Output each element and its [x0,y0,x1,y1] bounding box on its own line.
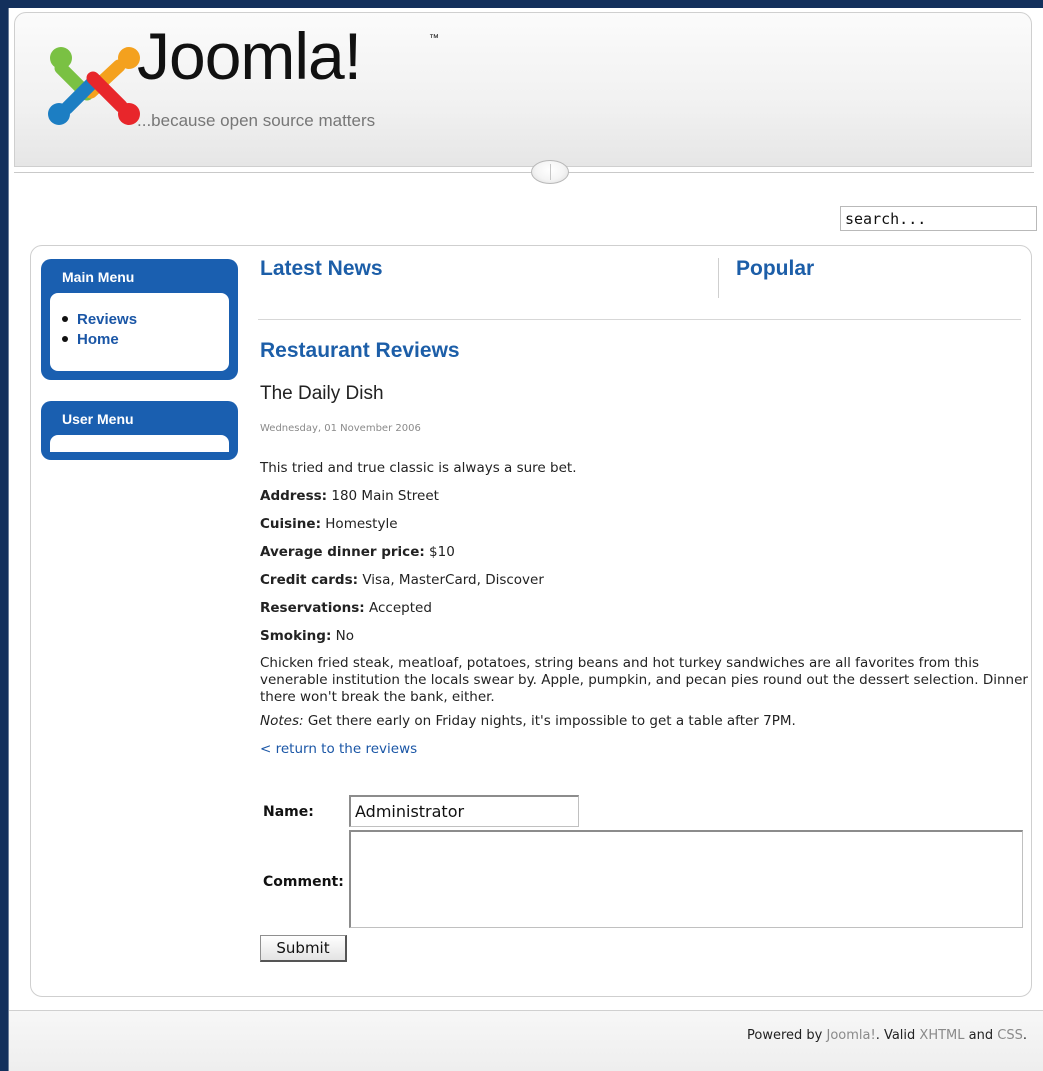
joomla-footer-link[interactable]: Joomla! [826,1028,875,1043]
article-date: Wednesday, 01 November 2006 [260,423,421,434]
user-menu-module: User Menu [41,401,238,460]
popular-heading: Popular [736,257,815,280]
powered-by-text: Powered by [746,1028,823,1043]
user-menu-title: User Menu [62,411,134,427]
css-link[interactable]: CSS [997,1028,1023,1043]
field-value: Visa, MasterCard, Discover [362,572,544,588]
joomla-logo-icon[interactable] [47,42,143,128]
field-label: Address: [260,488,328,504]
valid-text: . Valid [875,1028,916,1043]
field-value: 180 Main Street [331,488,439,504]
search-input[interactable] [840,206,1037,231]
main-menu-list: Reviews Home [50,293,229,371]
field-value: Accepted [369,600,432,616]
menu-item-reviews[interactable]: Reviews [62,309,229,329]
menu-link-home[interactable]: Home [77,331,119,348]
bullet-icon [62,336,68,342]
return-paragraph: < return to the reviews [260,740,1028,759]
article-intro: This tried and true classic is always a … [260,460,577,476]
field-value: No [335,628,354,644]
notes-label: Notes: [260,713,304,729]
site-tagline: ...because open source matters [137,111,376,130]
name-label: Name: [263,804,314,820]
field-price: Average dinner price: $10 [260,543,1028,562]
field-cuisine: Cuisine: Homestyle [260,515,1028,534]
name-field[interactable] [349,795,579,827]
field-reservations: Reservations: Accepted [260,599,1028,618]
main-menu-module: Main Menu Reviews Home [41,259,238,380]
trademark-mark: ™ [429,33,439,44]
field-label: Smoking: [260,628,332,644]
and-text: and [968,1028,994,1043]
menu-item-home[interactable]: Home [62,329,229,349]
footer-text: Powered by Joomla!. Valid XHTML and CSS. [747,1028,1027,1043]
field-label: Reservations: [260,600,365,616]
field-value: Homestyle [325,516,398,532]
header-divider [14,172,1034,173]
article-description: Chicken fried steak, meatloaf, potatoes,… [260,655,1028,705]
notes-text: Get there early on Friday nights, it's i… [307,713,796,729]
field-label: Credit cards: [260,572,359,588]
site-header: Joomla! ™ ...because open source matters [14,12,1032,167]
article-body: This tried and true classic is always a … [260,459,1028,768]
section-divider [258,319,1021,320]
main-menu-title: Main Menu [62,269,135,285]
column-divider [718,258,719,298]
divider-knob-icon [531,160,569,184]
field-address: Address: 180 Main Street [260,487,1028,506]
footer-end: . [1022,1028,1027,1043]
category-heading: Restaurant Reviews [260,339,460,362]
site-footer: Powered by Joomla!. Valid XHTML and CSS. [9,1011,1043,1071]
user-menu-list [50,435,229,452]
field-credit-cards: Credit cards: Visa, MasterCard, Discover [260,571,1028,590]
xhtml-link[interactable]: XHTML [919,1028,964,1043]
site-logo-text[interactable]: Joomla! [137,23,362,89]
comment-label: Comment: [263,874,344,890]
bullet-icon [62,316,68,322]
return-link[interactable]: < return to the reviews [260,741,417,757]
field-label: Cuisine: [260,516,321,532]
field-smoking: Smoking: No [260,627,1028,646]
article-title: The Daily Dish [260,383,384,404]
menu-link-reviews[interactable]: Reviews [77,311,137,328]
latest-news-heading: Latest News [260,257,383,280]
field-value: $10 [429,544,455,560]
submit-button[interactable]: Submit [260,935,347,962]
comment-field[interactable] [349,830,1023,928]
article-notes: Notes: Get there early on Friday nights,… [260,712,1028,731]
field-label: Average dinner price: [260,544,425,560]
